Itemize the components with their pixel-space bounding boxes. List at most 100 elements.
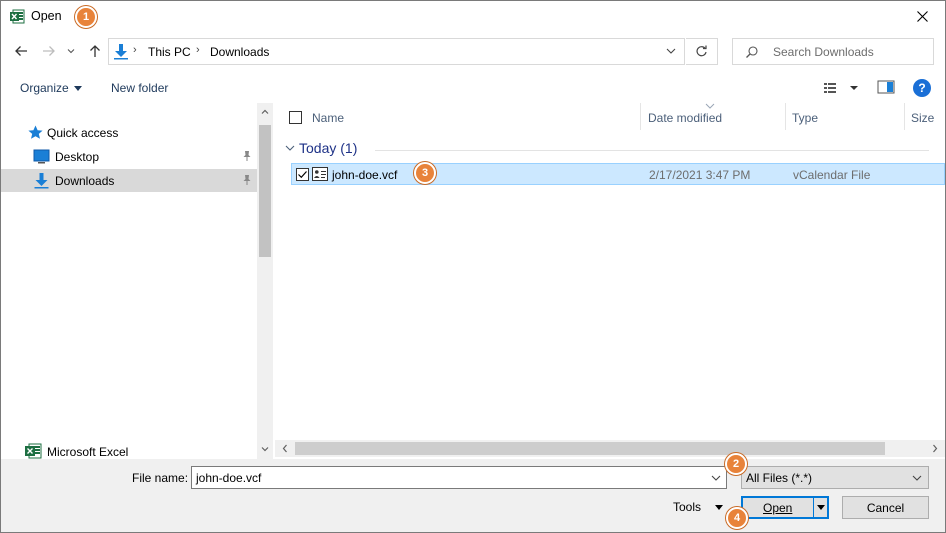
file-type-select[interactable]: All Files (*.*) bbox=[741, 466, 929, 489]
column-header-date-modified[interactable]: Date modified bbox=[641, 103, 786, 130]
file-row[interactable]: john-doe.vcf 2/17/2021 3:47 PM vCalendar… bbox=[291, 163, 945, 185]
back-button[interactable] bbox=[11, 41, 31, 61]
group-header-today[interactable]: Today (1) bbox=[283, 139, 933, 159]
breadcrumb-this-pc[interactable]: This PC bbox=[148, 45, 191, 59]
chevron-down-icon[interactable] bbox=[261, 445, 269, 453]
chevron-up-icon[interactable] bbox=[261, 108, 269, 116]
cancel-label: Cancel bbox=[866, 501, 905, 515]
file-name-label: File name: bbox=[132, 471, 189, 485]
contact-card-icon bbox=[312, 167, 328, 181]
breadcrumb-separator: › bbox=[196, 44, 200, 56]
file-name-value: john-doe.vcf bbox=[196, 471, 262, 485]
dialog-footer: File name: john-doe.vcf All Files (*.*) … bbox=[1, 453, 945, 532]
sidebar-item-quick-access[interactable]: Quick access bbox=[1, 121, 257, 144]
tools-label: Tools bbox=[673, 500, 702, 514]
scrollbar-thumb[interactable] bbox=[295, 442, 885, 455]
pin-icon bbox=[243, 175, 251, 185]
title-bar: Open 1 bbox=[1, 1, 945, 33]
cancel-button[interactable]: Cancel bbox=[842, 496, 929, 519]
tools-button[interactable]: Tools bbox=[673, 500, 724, 514]
split-divider bbox=[813, 498, 814, 517]
chevron-down-icon bbox=[67, 49, 75, 54]
download-icon bbox=[114, 44, 128, 60]
group-divider bbox=[375, 150, 929, 151]
file-name: john-doe.vcf bbox=[332, 168, 398, 182]
sidebar-item-label: Quick access bbox=[47, 126, 119, 140]
select-all-checkbox[interactable] bbox=[289, 111, 302, 124]
address-row: › This PC › Downloads Search Downloads bbox=[1, 33, 945, 71]
excel-icon bbox=[25, 443, 42, 459]
navigation-pane: Quick access Desktop Downloads Microsoft… bbox=[1, 103, 273, 459]
close-button[interactable] bbox=[899, 1, 945, 32]
file-list-pane: Name Date modified Type Size Today (1) j… bbox=[275, 103, 945, 459]
chevron-down-icon bbox=[73, 86, 82, 92]
column-header-label: Name bbox=[312, 111, 345, 125]
change-view-button[interactable] bbox=[821, 79, 861, 97]
column-header-size[interactable]: Size bbox=[905, 103, 945, 130]
chevron-down-icon[interactable] bbox=[817, 505, 825, 510]
command-bar: Organize New folder ? bbox=[1, 71, 945, 103]
group-label: Today (1) bbox=[299, 140, 358, 156]
chevron-down-icon bbox=[912, 475, 922, 481]
details-view-icon bbox=[824, 83, 858, 93]
sidebar-item-label: Microsoft Excel bbox=[47, 445, 129, 459]
column-header-type[interactable]: Type bbox=[786, 103, 905, 130]
window-title: Open bbox=[31, 9, 62, 23]
chevron-down-icon[interactable] bbox=[664, 44, 678, 58]
file-type: vCalendar File bbox=[793, 168, 871, 182]
excel-icon bbox=[10, 9, 25, 24]
sidebar-item-label: Desktop bbox=[55, 150, 100, 164]
arrow-up-icon bbox=[90, 45, 100, 57]
file-type-value: All Files (*.*) bbox=[746, 471, 813, 485]
close-icon bbox=[916, 11, 928, 22]
column-header-name[interactable]: Name bbox=[275, 103, 641, 130]
star-icon bbox=[28, 125, 43, 139]
callout-badge-4: 4 bbox=[726, 507, 748, 529]
refresh-button[interactable] bbox=[686, 38, 718, 65]
organize-label: Organize bbox=[20, 81, 69, 95]
scrollbar-thumb[interactable] bbox=[259, 125, 271, 257]
file-date-modified: 2/17/2021 3:47 PM bbox=[649, 168, 751, 182]
check-icon bbox=[298, 171, 307, 179]
open-button[interactable]: Open bbox=[741, 496, 829, 519]
preview-pane-button[interactable] bbox=[877, 79, 897, 97]
help-button[interactable]: ? bbox=[913, 79, 931, 97]
row-checkbox[interactable] bbox=[296, 168, 309, 181]
forward-button[interactable] bbox=[39, 41, 59, 61]
search-input[interactable]: Search Downloads bbox=[732, 38, 934, 65]
organize-button[interactable]: Organize bbox=[20, 81, 82, 95]
column-header-label: Type bbox=[792, 111, 819, 125]
sidebar-item-microsoft-excel[interactable]: Microsoft Excel bbox=[1, 441, 257, 459]
column-header-label: Date modified bbox=[648, 111, 723, 125]
file-name-input[interactable]: john-doe.vcf bbox=[191, 466, 727, 489]
sidebar-item-desktop[interactable]: Desktop bbox=[1, 145, 257, 168]
preview-pane-icon bbox=[877, 80, 895, 94]
sidebar-item-label: Downloads bbox=[55, 174, 115, 188]
navigation-scrollbar[interactable] bbox=[257, 103, 273, 459]
search-icon bbox=[746, 46, 758, 58]
callout-badge-1: 1 bbox=[75, 6, 97, 28]
open-label: Open bbox=[763, 501, 793, 515]
up-button[interactable] bbox=[85, 41, 105, 61]
callout-badge-2: 2 bbox=[725, 453, 747, 475]
sidebar-item-downloads[interactable]: Downloads bbox=[1, 169, 257, 192]
arrow-left-icon bbox=[15, 46, 27, 56]
recent-locations-button[interactable] bbox=[64, 41, 78, 61]
chevron-down-icon[interactable] bbox=[710, 472, 722, 484]
address-bar[interactable]: › This PC › Downloads bbox=[108, 38, 685, 65]
horizontal-scrollbar[interactable] bbox=[275, 440, 945, 457]
chevron-down-icon bbox=[285, 145, 295, 151]
callout-badge-3: 3 bbox=[414, 162, 436, 184]
new-folder-button[interactable]: New folder bbox=[111, 81, 168, 95]
sort-chevron-icon bbox=[705, 103, 715, 109]
open-dialog: Open 1 › This PC › Downloads Search Down… bbox=[0, 0, 946, 533]
desktop-icon bbox=[33, 149, 50, 164]
chevron-down-icon bbox=[715, 505, 724, 511]
chevron-right-icon[interactable] bbox=[931, 444, 939, 453]
download-icon bbox=[34, 173, 49, 189]
chevron-left-icon[interactable] bbox=[281, 444, 289, 453]
refresh-icon bbox=[696, 45, 707, 57]
breadcrumb-downloads[interactable]: Downloads bbox=[210, 45, 269, 59]
column-header-label: Size bbox=[911, 111, 935, 125]
pin-icon bbox=[243, 151, 251, 161]
